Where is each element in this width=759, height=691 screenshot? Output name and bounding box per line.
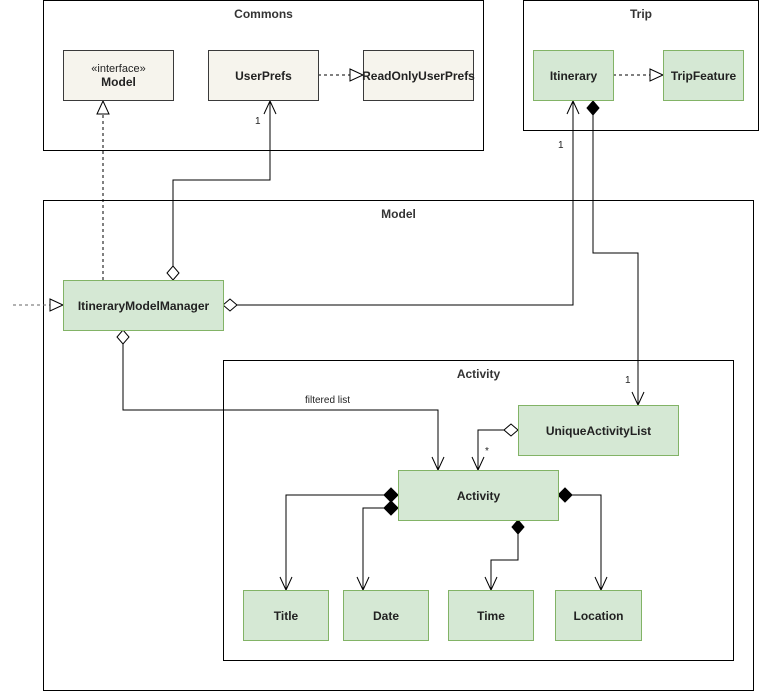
- class-itinerarymodelmanager[interactable]: ItineraryModelManager: [63, 280, 224, 331]
- composition-diamond: [511, 519, 525, 535]
- class-location[interactable]: Location: [555, 590, 642, 641]
- edge-ual-activity: [477, 429, 504, 470]
- realization-arrowhead: [96, 99, 110, 115]
- class-uniqueactivitylist[interactable]: UniqueActivityList: [518, 405, 679, 456]
- aggregation-diamond: [503, 423, 519, 437]
- class-name: UniqueActivityList: [545, 423, 652, 438]
- aggregation-diamond: [222, 298, 238, 312]
- aggregation-diamond: [116, 329, 130, 345]
- edge-activity-date: [362, 507, 384, 590]
- class-userprefs[interactable]: UserPrefs: [208, 50, 319, 101]
- composition-diamond: [383, 500, 399, 516]
- multiplicity-userprefs: 1: [255, 116, 261, 127]
- multiplicity-itinerary: 1: [558, 140, 564, 151]
- class-name: Model: [101, 74, 136, 89]
- multiplicity-activity: *: [485, 446, 489, 457]
- edge-activity-title: [285, 494, 384, 590]
- class-title[interactable]: Title: [243, 590, 329, 641]
- class-activity[interactable]: Activity: [398, 470, 559, 521]
- edge-itinerary-ual: [592, 115, 639, 405]
- class-model-interface[interactable]: «interface» Model: [63, 50, 174, 101]
- composition-diamond: [383, 487, 399, 503]
- class-itinerary[interactable]: Itinerary: [533, 50, 614, 101]
- composition-diamond: [586, 100, 600, 116]
- class-readonlyuserprefs[interactable]: ReadOnlyUserPrefs: [362, 50, 475, 101]
- class-name: ReadOnlyUserPrefs: [362, 68, 475, 83]
- multiplicity-uniqueactivitylist: 1: [625, 375, 631, 386]
- realization-arrowhead: [349, 68, 365, 82]
- class-name: Title: [273, 608, 299, 623]
- edge-activity-location: [572, 494, 602, 590]
- class-time[interactable]: Time: [448, 590, 534, 641]
- class-name: TripFeature: [670, 68, 737, 83]
- edge-imm-activity: [122, 344, 439, 470]
- class-name: Itinerary: [549, 68, 598, 83]
- class-name: Location: [573, 608, 624, 623]
- class-name: Date: [372, 608, 399, 623]
- edge-imm-itinerary: [237, 101, 574, 306]
- class-tripfeature[interactable]: TripFeature: [663, 50, 744, 101]
- stereotype-label: «interface»: [91, 62, 146, 75]
- realization-arrowhead: [49, 298, 65, 312]
- realization-arrowhead: [649, 68, 665, 82]
- class-name: ItineraryModelManager: [77, 298, 210, 313]
- class-name: Time: [477, 608, 505, 623]
- class-date[interactable]: Date: [343, 590, 429, 641]
- composition-diamond: [557, 487, 573, 503]
- label-filtered-list: filtered list: [305, 395, 351, 406]
- class-name: Activity: [456, 488, 501, 503]
- class-name: UserPrefs: [235, 68, 292, 83]
- connectors: [13, 68, 665, 592]
- aggregation-diamond: [166, 265, 180, 281]
